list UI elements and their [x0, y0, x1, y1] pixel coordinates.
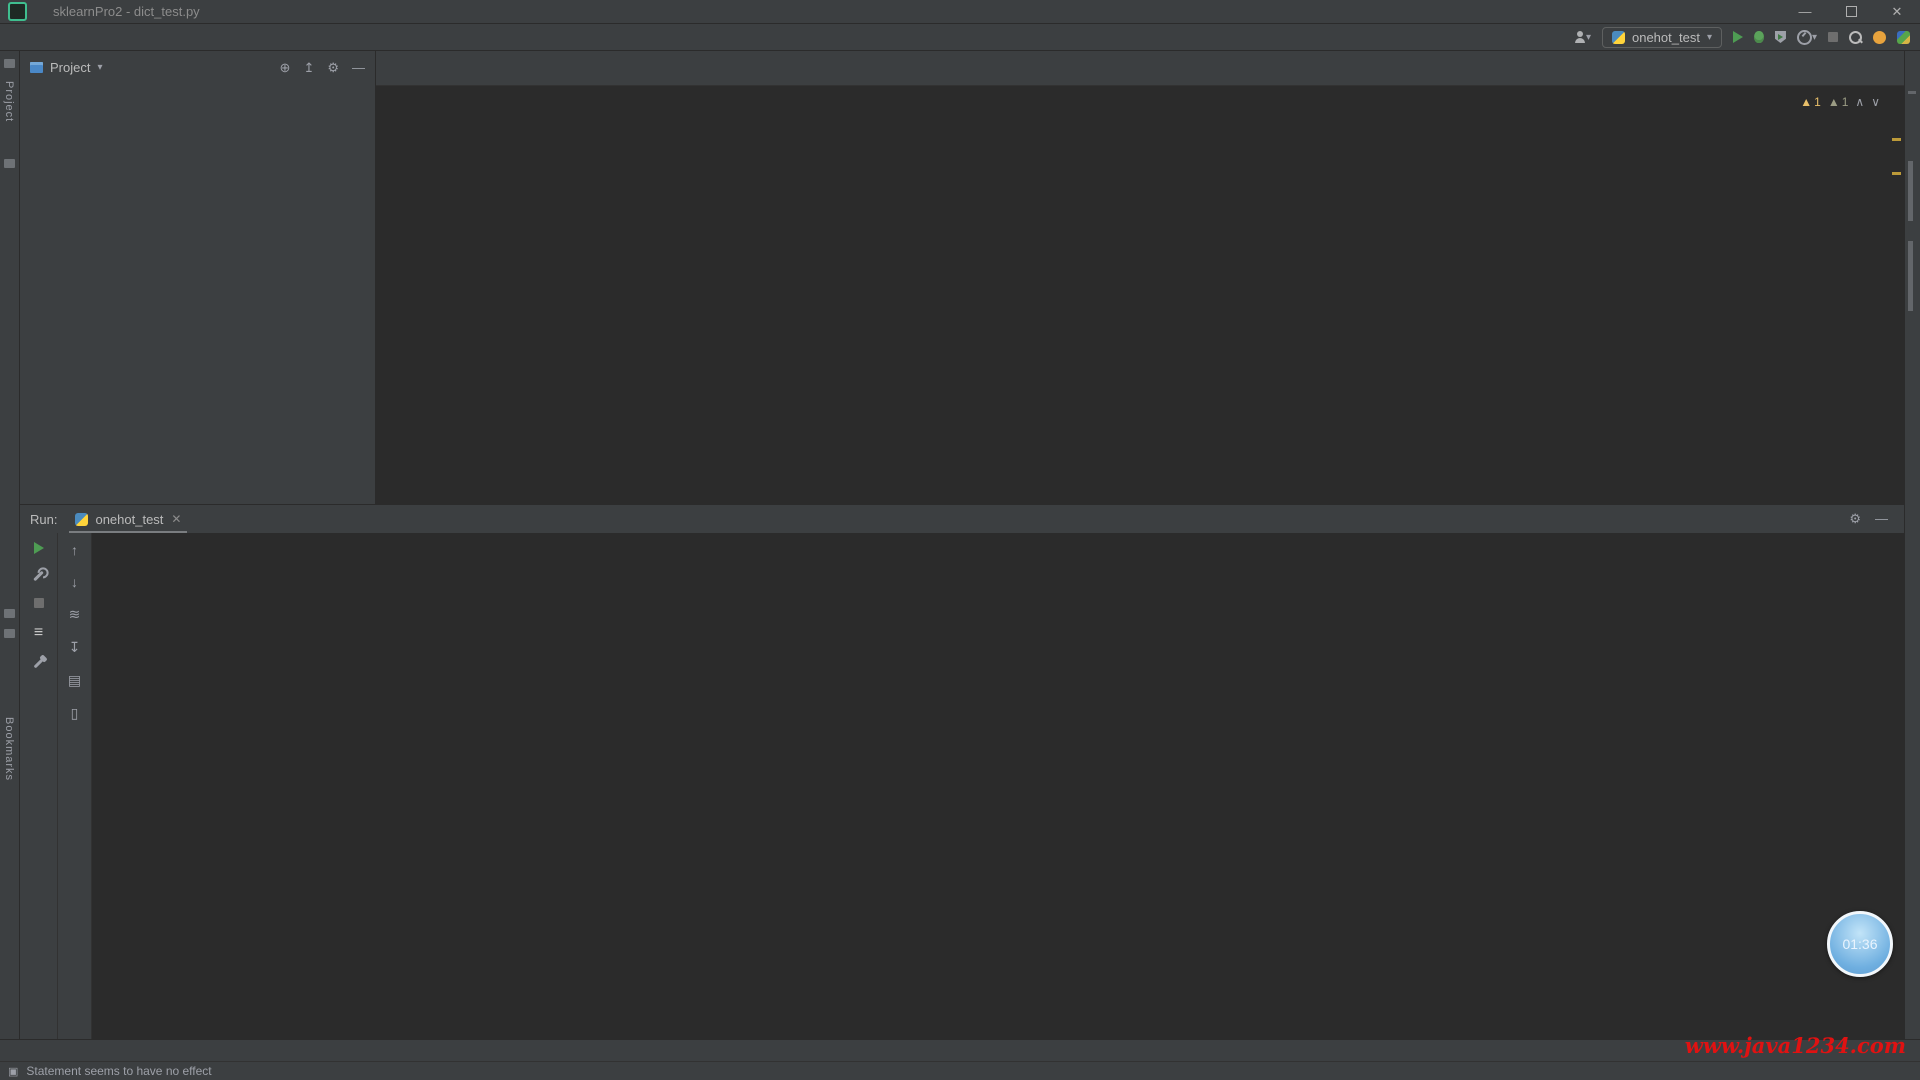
hide-panel-icon[interactable]: — [352, 60, 365, 76]
run-tab[interactable]: onehot_test ✕ [69, 505, 187, 533]
right-tool-strip [1904, 51, 1920, 1039]
run-console[interactable] [92, 533, 1904, 1039]
left-tool-strip: Project Bookmarks [0, 51, 20, 1039]
tool-window-icon[interactable] [1908, 161, 1913, 221]
run-toolbar: ≡ [20, 533, 58, 1039]
stop-button[interactable] [34, 598, 44, 608]
update-indicator-icon[interactable] [1873, 31, 1886, 44]
navigation-bar: ▾ onehot_test ▾ ▾ [0, 24, 1920, 51]
close-icon[interactable]: ✕ [1874, 0, 1920, 23]
collapse-all-icon[interactable]: ↥ [303, 60, 314, 76]
clear-console-icon[interactable]: ▯ [71, 705, 79, 722]
hide-panel-icon[interactable]: — [1875, 511, 1888, 527]
window-controls: — ✕ [1782, 0, 1920, 23]
ide-plugin-icon[interactable] [1897, 31, 1910, 44]
run-dashboard-icon[interactable]: ≡ [34, 624, 43, 642]
chevron-down-icon[interactable]: ▾ [97, 62, 102, 73]
tool-window-icon[interactable] [1908, 241, 1913, 311]
status-message: Statement seems to have no effect [26, 1064, 211, 1078]
run-configuration-select[interactable]: onehot_test ▾ [1602, 27, 1722, 48]
locate-file-icon[interactable]: ⊕ [280, 60, 291, 76]
chevron-down-icon: ▾ [1707, 32, 1712, 43]
warning-icon: ▲1 [1800, 95, 1821, 109]
inspections-widget[interactable]: ▲1 ▲1 ∧ ∨ [1800, 95, 1880, 109]
tool-window-icon[interactable] [4, 59, 15, 68]
watermark: www.java1234.com [1685, 1033, 1906, 1058]
project-panel-header: Project ▾ ⊕ ↥ ⚙ — [20, 51, 375, 85]
close-icon[interactable]: ✕ [171, 512, 181, 526]
user-icon[interactable]: ▾ [1574, 31, 1591, 43]
run-configuration-value: onehot_test [1632, 30, 1700, 45]
rerun-button[interactable] [34, 542, 44, 554]
editor-tab-bar [376, 51, 1904, 86]
project-tree [20, 85, 375, 504]
run-button[interactable] [1733, 31, 1743, 43]
settings-gear-icon[interactable]: ⚙ [1849, 511, 1861, 527]
project-panel: Project ▾ ⊕ ↥ ⚙ — [20, 51, 375, 504]
tool-window-icon[interactable] [1908, 91, 1916, 94]
editor-scrollbar[interactable] [1889, 86, 1904, 504]
run-panel-header: Run: onehot_test ✕ ⚙ — [20, 505, 1904, 533]
python-file-icon [1612, 31, 1625, 44]
next-issue-icon[interactable]: ∨ [1871, 95, 1880, 109]
project-icon [30, 62, 43, 73]
console-toolbar: ↑ ↓ ≋ ↧ ▤ ▯ [58, 533, 92, 1039]
title-bar: sklearnPro2 - dict_test.py — ✕ [0, 0, 1920, 24]
project-panel-title[interactable]: Project [50, 60, 90, 75]
weak-warning-icon: ▲1 [1828, 95, 1849, 109]
bookmarks-tool-window-button[interactable]: Bookmarks [3, 717, 15, 781]
prev-issue-icon[interactable]: ∧ [1855, 95, 1864, 109]
minimize-icon[interactable]: — [1782, 0, 1828, 23]
status-icon: ▣ [8, 1065, 18, 1078]
folder-tool-icon[interactable] [4, 159, 15, 168]
stop-button[interactable] [1828, 32, 1838, 42]
center-column: Project ▾ ⊕ ↥ ⚙ — [20, 51, 1904, 1039]
workspace: Project Bookmarks Project ▾ ⊕ ↥ ⚙ [0, 51, 1920, 1039]
editor-area: ▲1 ▲1 ∧ ∨ [376, 51, 1904, 504]
editor[interactable]: ▲1 ▲1 ∧ ∨ [376, 86, 1904, 504]
pycharm-window: sklearnPro2 - dict_test.py — ✕ ▾ onehot_… [0, 0, 1920, 1080]
maximize-icon[interactable] [1828, 0, 1874, 23]
warning-stripe-mark[interactable] [1892, 138, 1901, 141]
settings-gear-icon[interactable]: ⚙ [327, 60, 339, 76]
profiler-button[interactable]: ▾ [1797, 30, 1817, 45]
warning-stripe-mark[interactable] [1892, 172, 1901, 175]
run-tool-window: Run: onehot_test ✕ ⚙ — [20, 504, 1904, 1039]
soft-wrap-icon[interactable]: ≋ [69, 606, 81, 623]
code-area[interactable] [376, 86, 1889, 504]
coverage-button[interactable] [1775, 31, 1786, 43]
print-icon[interactable]: ▤ [68, 672, 81, 689]
debug-button[interactable] [1754, 31, 1764, 43]
down-stack-trace-icon[interactable]: ↓ [71, 574, 78, 590]
project-panel-tools: ⊕ ↥ ⚙ — [280, 60, 365, 76]
run-panel-label: Run: [30, 512, 57, 527]
project-tool-window-button[interactable]: Project [3, 81, 15, 122]
edit-configuration-icon[interactable] [37, 570, 40, 582]
pycharm-logo-icon [8, 2, 27, 21]
scroll-to-end-icon[interactable]: ↧ [69, 639, 81, 656]
list-tool-icon[interactable] [4, 609, 15, 618]
up-stack-trace-icon[interactable]: ↑ [71, 542, 78, 558]
run-panel-tools: ⚙ — [1849, 511, 1904, 527]
list-tool-icon[interactable] [4, 629, 15, 638]
pin-icon[interactable] [37, 658, 40, 669]
status-bar: ▣ Statement seems to have no effect [0, 1061, 1920, 1080]
tool-window-bar [0, 1039, 1920, 1061]
recording-timer-bubble[interactable]: 01:36 [1827, 911, 1893, 977]
search-everywhere-icon[interactable] [1849, 31, 1862, 44]
python-file-icon [75, 513, 88, 526]
main-toolbar: ▾ onehot_test ▾ ▾ [1574, 27, 1910, 48]
window-title: sklearnPro2 - dict_test.py [53, 4, 200, 19]
run-tab-label: onehot_test [95, 512, 163, 527]
